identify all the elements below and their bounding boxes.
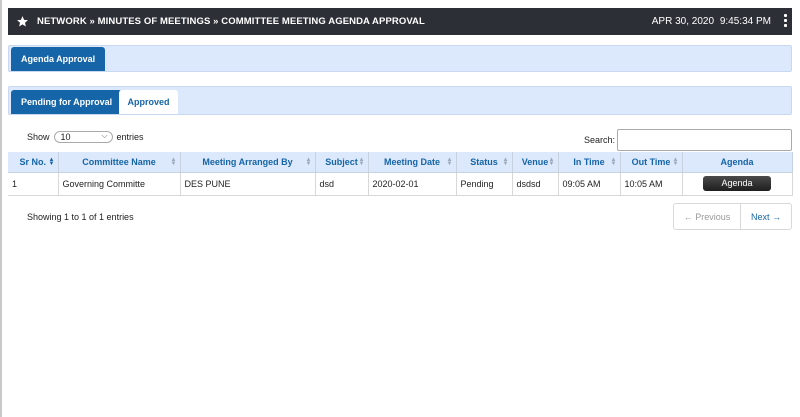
sort-ascending-icon: ▲ ▼ [48, 157, 55, 167]
kebab-menu-icon[interactable] [782, 14, 788, 27]
col-status[interactable]: Status ▲ ▼ [456, 152, 513, 173]
search-label: Search: [584, 135, 616, 145]
sort-icon: ▲ ▼ [170, 157, 177, 167]
table-row: 1 Governing Committe DES PUNE dsd 2020-0… [8, 172, 793, 196]
agenda-table: Sr No. ▲ ▼ Committee Name ▲ ▼ Meeting Arrang… [8, 152, 793, 196]
search-input[interactable] [617, 129, 792, 151]
previous-button[interactable]: ← Previous [674, 204, 741, 229]
show-label: Show [27, 132, 50, 142]
next-button[interactable]: Next → [741, 204, 791, 229]
entries-select-value: 10 [60, 132, 71, 142]
top-bar: NETWORK » MINUTES OF MEETINGS » COMMITTE… [8, 8, 792, 35]
sort-icon: ▲ ▼ [502, 157, 509, 167]
window-edge [0, 0, 2, 417]
header-time: 9:45:34 PM [719, 16, 771, 27]
cell-meeting-date: 2020-02-01 [368, 172, 457, 196]
cell-committee-name: Governing Committe [58, 172, 181, 196]
sort-icon: ▲ ▼ [548, 157, 555, 167]
main-tab-bar: Agenda Approval [8, 45, 792, 72]
col-venue[interactable]: Venue ▲ ▼ [512, 152, 559, 173]
cell-arranged-by: DES PUNE [180, 172, 316, 196]
sort-icon: ▲ ▼ [610, 157, 617, 167]
sort-icon: ▲ ▼ [446, 157, 453, 167]
cell-status: Pending [456, 172, 513, 196]
col-subject[interactable]: Subject ▲ ▼ [315, 152, 369, 173]
entries-select[interactable]: 10 ⌵ [53, 131, 113, 143]
cell-sr-no: 1 [8, 172, 59, 196]
breadcrumb: NETWORK » MINUTES OF MEETINGS » COMMITTE… [37, 16, 425, 27]
col-committee-name[interactable]: Committee Name ▲ ▼ [58, 152, 181, 173]
sort-icon: ▲ ▼ [305, 157, 312, 167]
agenda-button[interactable]: Agenda [703, 176, 771, 191]
entries-label: entries [116, 132, 144, 142]
pagination: ← Previous Next → [673, 203, 792, 230]
col-in-time[interactable]: In Time ▲ ▼ [558, 152, 621, 173]
cell-in-time: 09:05 AM [558, 172, 621, 196]
star-icon[interactable] [11, 15, 33, 28]
cell-subject: dsd [315, 172, 369, 196]
col-out-time[interactable]: Out Time ▲ ▼ [620, 152, 683, 173]
sort-icon: ▲ ▼ [672, 157, 679, 167]
col-agenda: Agenda [682, 152, 793, 173]
cell-out-time: 10:05 AM [620, 172, 683, 196]
cell-venue: dsdsd [512, 172, 559, 196]
col-sr-no[interactable]: Sr No. ▲ ▼ [8, 152, 59, 173]
tab-agenda-approval[interactable]: Agenda Approval [11, 47, 106, 71]
tab-pending-for-approval[interactable]: Pending for Approval [11, 90, 123, 114]
col-meeting-date[interactable]: Meeting Date ▲ ▼ [368, 152, 457, 173]
cell-agenda: Agenda [682, 172, 793, 196]
sort-icon: ▲ ▼ [358, 157, 365, 167]
sub-tab-bar: Pending for Approval Approved [8, 86, 792, 115]
col-meeting-arranged-by[interactable]: Meeting Arranged By ▲ ▼ [180, 152, 316, 173]
header-date: APR 30, 2020 [651, 16, 714, 27]
table-info: Showing 1 to 1 of 1 entries [27, 212, 134, 222]
tab-approved[interactable]: Approved [119, 90, 178, 114]
length-control: Show 10 ⌵ entries [27, 131, 144, 143]
chevron-down-icon: ⌵ [101, 131, 108, 140]
